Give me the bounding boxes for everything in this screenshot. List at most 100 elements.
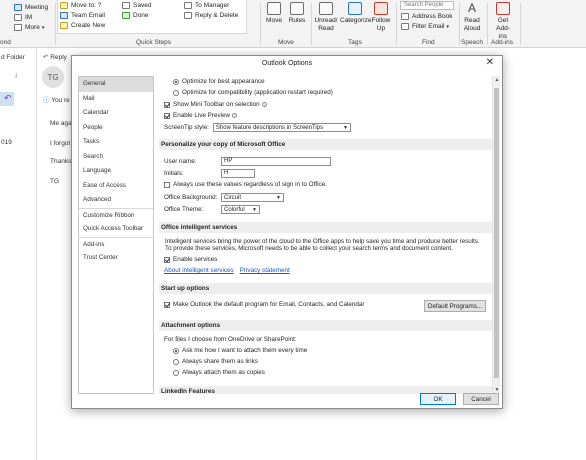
sort-arrow-icon[interactable]: ↓ <box>14 70 18 79</box>
username-label: User name: <box>164 158 197 165</box>
checkmark-icon <box>122 12 130 19</box>
search-people-input[interactable]: Search People <box>400 1 454 10</box>
startup-section-header: Start up options <box>159 283 492 294</box>
ask-me-option[interactable]: Ask me how I want to attach them every t… <box>173 347 307 354</box>
attachment-section-header: Attachment options <box>159 320 492 331</box>
address-book-button[interactable]: Address Book <box>401 13 452 20</box>
nav-item-search[interactable]: Search <box>79 150 153 165</box>
dialog-title: Outlook Options <box>261 60 313 67</box>
unread-read-button[interactable]: Unread/ Read <box>313 2 339 33</box>
info-bar: ⓘ You re <box>43 97 70 104</box>
intelligent-links-row: About intelligent services Privacy state… <box>164 267 290 274</box>
always-attach-copies-option[interactable]: Always attach them as copies <box>173 369 265 376</box>
checkbox[interactable] <box>164 181 170 188</box>
read-aloud-button[interactable]: A Read Aloud <box>461 2 483 33</box>
folder-label[interactable]: d Folder <box>1 54 25 61</box>
nav-item-advanced[interactable]: Advanced <box>79 193 153 208</box>
checkbox-checked[interactable] <box>164 256 170 263</box>
reply-button[interactable]: ↶ Reply <box>43 53 67 61</box>
quickstep-saved[interactable]: Saved <box>122 2 151 9</box>
about-intelligent-services-link[interactable]: About intelligent services <box>164 267 234 274</box>
quickstep-to-manager[interactable]: To Manager <box>184 2 229 9</box>
rules-button[interactable]: Rules <box>287 2 307 25</box>
checkbox-checked[interactable] <box>164 101 170 108</box>
initials-row: Initials: H <box>164 169 255 178</box>
categorize-button[interactable]: Categorize <box>340 2 371 25</box>
radio[interactable] <box>173 89 179 96</box>
make-default-option[interactable]: Make Outlook the default program for Ema… <box>164 301 364 308</box>
follow-up-button[interactable]: Follow Up <box>370 2 392 33</box>
nav-item-people[interactable]: People <box>79 121 153 136</box>
radio-selected[interactable] <box>173 347 179 354</box>
radio-selected[interactable] <box>173 78 179 85</box>
meeting-icon <box>14 4 22 11</box>
speech-group-label: Speech <box>461 39 484 46</box>
dropdown-arrow-icon: ▾ <box>446 23 450 30</box>
nav-item-customize-ribbon[interactable]: Customize Ribbon <box>79 207 153 223</box>
enable-live-preview-option[interactable]: Enable Live Preview i <box>164 112 238 119</box>
scroll-thumb[interactable] <box>494 88 499 378</box>
radio[interactable] <box>173 369 179 376</box>
nav-item-mail[interactable]: Mail <box>79 92 153 107</box>
show-mini-toolbar-option[interactable]: Show Mini Toolbar on selection i <box>164 101 267 108</box>
reply-delete-icon <box>184 12 192 19</box>
initials-input[interactable]: H <box>221 169 255 178</box>
checkbox-checked[interactable] <box>164 301 170 308</box>
office-background-select[interactable]: Circuit ▼ <box>221 193 284 202</box>
nav-item-general[interactable]: General <box>79 77 153 92</box>
more-icon <box>14 24 22 31</box>
info-icon: ⓘ <box>43 97 52 104</box>
ribbon-separator <box>520 3 521 45</box>
quickstep-move-to[interactable]: Move to: ? <box>60 2 101 9</box>
nav-item-calendar[interactable]: Calendar <box>79 106 153 121</box>
ribbon: ond Meeting IM More ▾ Move to: ? Team Ema… <box>0 0 586 48</box>
screentip-style-select[interactable]: Show feature descriptions in ScreenTips ▼ <box>212 123 351 132</box>
enable-services-option[interactable]: Enable services <box>164 256 217 263</box>
quickstep-create-new[interactable]: Create New <box>60 22 105 29</box>
intelligent-services-section-header: Office intelligent services <box>159 222 492 233</box>
more-respond-button[interactable]: More ▾ <box>14 24 44 31</box>
message-line: I forgot <box>50 140 71 147</box>
im-button[interactable]: IM <box>14 14 32 21</box>
always-use-values-option[interactable]: Always use these values regardless of si… <box>164 181 327 188</box>
nav-item-ease-of-access[interactable]: Ease of Access <box>79 179 153 194</box>
meeting-button[interactable]: Meeting <box>14 4 48 11</box>
nav-item-quick-access-toolbar[interactable]: Quick Access Toolbar <box>79 222 153 237</box>
intelligent-services-text: To provide these services, Microsoft nee… <box>165 245 453 252</box>
category-tag-icon <box>348 2 362 15</box>
message-line: Me aga <box>50 120 72 127</box>
quickstep-reply-delete[interactable]: Reply & Delete <box>184 12 238 19</box>
message-line: Thanks <box>50 158 72 165</box>
always-share-links-option[interactable]: Always share them as links <box>173 358 258 365</box>
checkbox-checked[interactable] <box>164 112 170 119</box>
quickstep-team-email[interactable]: Team Email <box>60 12 105 19</box>
folder-arrow-icon <box>60 2 68 9</box>
privacy-statement-link[interactable]: Privacy statement <box>240 267 290 274</box>
info-icon: i <box>232 113 238 118</box>
move-button[interactable]: Move <box>264 2 284 25</box>
personalize-section-header: Personalize your copy of Microsoft Offic… <box>159 139 492 150</box>
optimize-compat-option[interactable]: Optimize for compatibility (application … <box>173 89 333 96</box>
address-book-icon <box>401 13 409 20</box>
office-theme-select[interactable]: Colorful ▼ <box>221 205 260 214</box>
optimize-appearance-option[interactable]: Optimize for best appearance <box>173 78 265 85</box>
cancel-button[interactable]: Cancel <box>463 393 499 405</box>
username-input[interactable]: HP <box>221 157 331 166</box>
nav-item-trust-center[interactable]: Trust Center <box>79 251 153 266</box>
default-programs-button[interactable]: Default Programs... <box>424 300 486 312</box>
options-scrollbar[interactable]: ▲ ▼ <box>492 76 500 394</box>
ribbon-separator <box>260 3 261 45</box>
close-icon[interactable]: ✕ <box>486 57 494 68</box>
quickstep-done[interactable]: Done <box>122 12 149 19</box>
nav-item-language[interactable]: Language <box>79 164 153 179</box>
nav-item-add-ins[interactable]: Add-ins <box>79 236 153 252</box>
nav-item-tasks[interactable]: Tasks <box>79 135 153 150</box>
filter-email-button[interactable]: Filter Email ▾ <box>401 23 449 30</box>
avatar: TG <box>42 66 64 88</box>
get-addins-button[interactable]: Get Add-ins <box>490 2 516 41</box>
dropdown-arrow-icon: ▼ <box>342 124 348 131</box>
radio[interactable] <box>173 358 179 365</box>
ok-button[interactable]: OK <box>420 393 456 405</box>
rules-icon <box>290 2 304 15</box>
scroll-up-arrow-icon[interactable]: ▲ <box>493 76 501 84</box>
